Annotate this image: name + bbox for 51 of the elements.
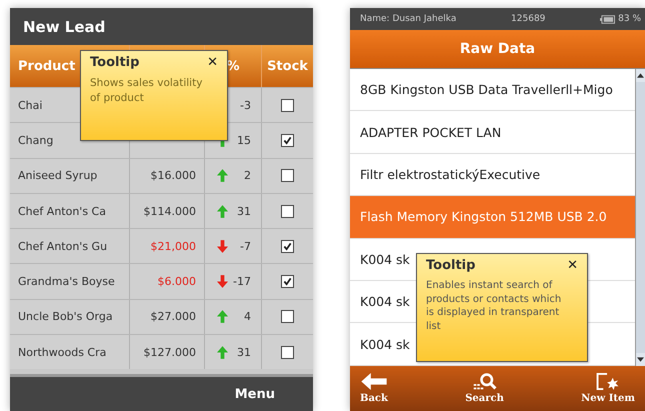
stock-checkbox[interactable] <box>281 310 294 324</box>
price: $27.000 <box>150 310 196 324</box>
screen-title: Raw Data <box>460 41 536 57</box>
product-name: Chef Anton's Gu <box>18 240 108 253</box>
product-name: Uncle Bob's Orga <box>18 310 113 324</box>
change-value: 4 <box>244 310 251 324</box>
price: $21,000 <box>150 240 196 253</box>
menu-button[interactable]: Menu <box>234 386 275 402</box>
product-name: Chai <box>18 98 42 112</box>
price: $127.000 <box>144 346 196 359</box>
change-value: 31 <box>237 204 251 218</box>
product-name: Grandma's Boyse <box>18 275 115 288</box>
left-arrow-icon <box>360 372 387 391</box>
stock-checkbox[interactable] <box>281 240 294 253</box>
tooltip-title: Tooltip <box>426 258 476 273</box>
stock-checkbox[interactable] <box>281 98 294 112</box>
close-button[interactable]: ✕ <box>207 55 218 70</box>
change-value: -17 <box>233 275 251 288</box>
change-value: 31 <box>237 346 251 359</box>
change-value: -3 <box>240 98 251 112</box>
price: $16.000 <box>150 169 196 182</box>
battery-icon <box>600 14 616 24</box>
toolbar-button[interactable]: New Item <box>581 372 635 409</box>
stock-checkbox[interactable] <box>281 134 294 147</box>
search-icon <box>472 372 498 391</box>
product-name: Aniseed Syrup <box>18 169 98 182</box>
change-value: 2 <box>244 169 251 182</box>
stock-checkbox[interactable] <box>281 169 294 182</box>
toolbar-button[interactable]: Back <box>360 372 388 409</box>
user-name: Name: Dusan Jahelka <box>360 14 456 24</box>
product-name: Northwoods Cra <box>18 346 106 359</box>
column-header: Stock <box>266 58 309 76</box>
change-value: 15 <box>237 134 251 147</box>
scroll-up-icon[interactable] <box>637 73 644 78</box>
stock-checkbox[interactable] <box>281 204 294 218</box>
toolbar-button[interactable]: Search <box>465 372 504 409</box>
tooltip-text: Enables instant search of products or contacts which is displayed in transparent list <box>426 279 562 333</box>
scroll-down-icon[interactable] <box>637 357 644 362</box>
product-name: Chef Anton's Ca <box>18 204 106 218</box>
product-name: Chang <box>18 134 54 147</box>
price: $6.000 <box>158 275 196 288</box>
screen-title: New Lead <box>23 18 106 36</box>
new-item-icon <box>595 372 622 391</box>
stock-checkbox[interactable] <box>281 346 294 359</box>
close-button[interactable]: ✕ <box>567 258 578 273</box>
scrollbar[interactable] <box>635 69 645 366</box>
change-value: -7 <box>240 240 251 253</box>
stock-checkbox[interactable] <box>281 275 294 288</box>
price: $114.000 <box>144 204 196 218</box>
battery-level: 83 % <box>618 14 641 24</box>
status-number: 125689 <box>511 14 546 24</box>
